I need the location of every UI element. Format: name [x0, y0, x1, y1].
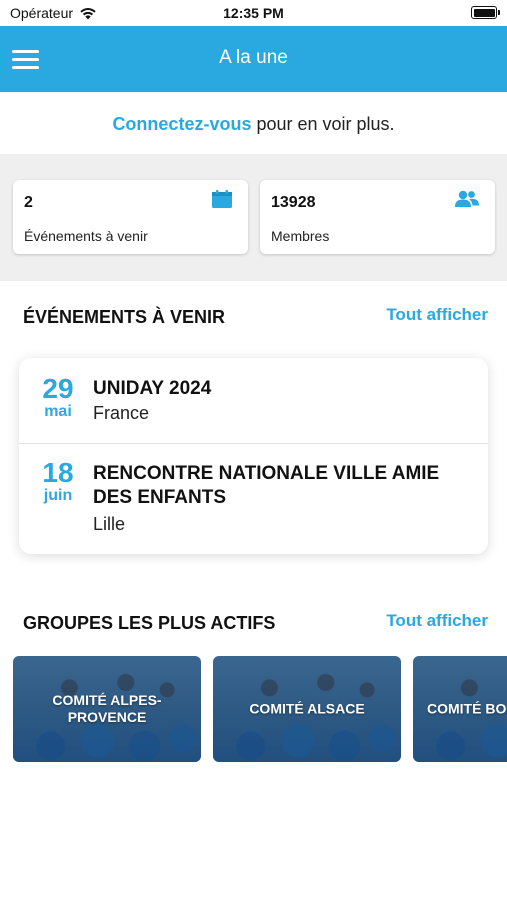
event-item[interactable]: 29 mai UNIDAY 2024 France: [19, 358, 488, 444]
events-section-header: ÉVÉNEMENTS À VENIR Tout afficher: [0, 303, 507, 333]
stat-card-members[interactable]: 13928 Membres: [260, 180, 495, 254]
page-title: A la une: [219, 47, 288, 68]
login-banner-text: pour en voir plus.: [251, 114, 395, 134]
event-item[interactable]: 18 juin RENCONTRE NATIONALE VILLE AMIE D…: [19, 444, 488, 554]
groups-see-all-link[interactable]: Tout afficher: [386, 611, 488, 631]
event-place: Lille: [93, 514, 126, 534]
event-month: mai: [44, 403, 72, 420]
groups-carousel[interactable]: COMITÉ ALPES-PROVENCE COMITÉ ALSACE COMI…: [13, 656, 507, 762]
event-day: 18: [42, 457, 74, 488]
event-day: 29: [42, 373, 74, 404]
group-name: COMITÉ ALPES-PROVENCE: [52, 692, 162, 725]
group-card[interactable]: COMITÉ ALSACE: [213, 656, 401, 762]
clock: 12:35 PM: [223, 5, 284, 21]
event-date: 29 mai: [33, 374, 83, 420]
groups-section-header: GROUPES LES PLUS ACTIFS Tout afficher: [0, 609, 507, 639]
stat-value: 2: [24, 194, 33, 211]
group-name: COMITÉ BO: [427, 700, 507, 717]
events-list: 29 mai UNIDAY 2024 France 18 juin RENCON…: [19, 358, 488, 554]
stat-card-events[interactable]: 2 Événements à venir: [13, 180, 248, 254]
stat-value: 13928: [271, 194, 316, 211]
login-banner: Connectez-vous pour en voir plus.: [0, 92, 507, 154]
event-title: RENCONTRE NATIONALE VILLE AMIE DES ENFAN…: [93, 463, 440, 508]
group-name: COMITÉ ALSACE: [249, 700, 365, 717]
members-icon: [455, 190, 479, 207]
group-card[interactable]: COMITÉ BO: [413, 656, 507, 762]
app-bar: A la une: [0, 26, 507, 92]
event-title: UNIDAY 2024: [93, 378, 212, 399]
event-date: 18 juin: [33, 458, 83, 504]
calendar-icon: [212, 190, 232, 208]
events-see-all-link[interactable]: Tout afficher: [386, 305, 488, 325]
event-month: juin: [43, 487, 73, 504]
stats-area: 2 Événements à venir 13928 Membres: [0, 154, 507, 281]
stat-label: Membres: [271, 228, 330, 244]
stat-label: Événements à venir: [24, 228, 148, 244]
battery-icon: [471, 6, 500, 19]
group-card[interactable]: COMITÉ ALPES-PROVENCE: [13, 656, 201, 762]
event-place: France: [93, 403, 150, 423]
status-bar: Opérateur 12:35 PM: [0, 0, 507, 26]
section-title: ÉVÉNEMENTS À VENIR: [23, 307, 226, 327]
section-title: GROUPES LES PLUS ACTIFS: [23, 613, 276, 633]
login-link[interactable]: Connectez-vous: [112, 114, 251, 134]
